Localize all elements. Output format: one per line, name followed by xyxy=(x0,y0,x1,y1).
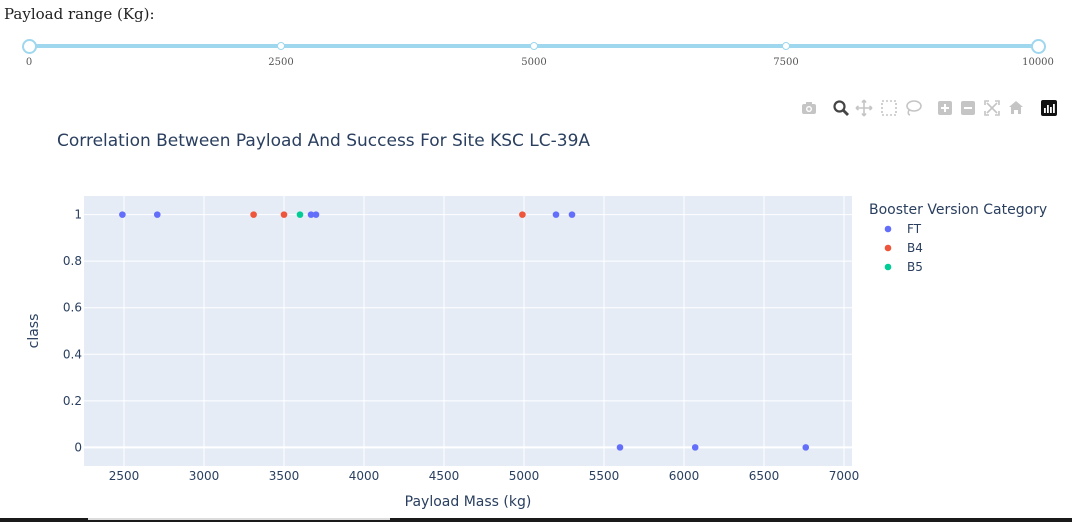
scrollbar-thumb[interactable] xyxy=(88,518,390,520)
plot-modebar xyxy=(800,99,1065,119)
slider-mark-label: 10000 xyxy=(1022,57,1054,68)
y-tick-label: 0.8 xyxy=(63,254,82,268)
payload-range-slider[interactable]: 0 2500 5000 7500 10000 xyxy=(0,34,1072,74)
data-point-b4 xyxy=(280,211,288,218)
legend-marker-ft xyxy=(884,225,892,233)
legend: FT B4 B5 xyxy=(884,222,923,274)
camera-icon[interactable] xyxy=(800,99,818,117)
data-point-ft xyxy=(153,211,161,218)
legend-marker-b5 xyxy=(884,263,892,271)
x-tick-label: 6500 xyxy=(749,469,780,483)
x-tick-label: 4500 xyxy=(429,469,460,483)
slider-mark-label: 5000 xyxy=(521,57,547,68)
x-tick-label: 3000 xyxy=(189,469,220,483)
slider-mark-label: 2500 xyxy=(268,57,294,68)
data-point-b5 xyxy=(296,211,304,218)
x-tick-label: 4000 xyxy=(349,469,380,483)
tick-layer: 2500 3000 3500 4000 4500 5000 5500 6000 6500 7000… xyxy=(63,208,859,483)
legend-label-b5: B5 xyxy=(907,260,923,274)
zoom-in-icon[interactable] xyxy=(936,99,954,117)
zoom-icon[interactable] xyxy=(832,99,850,117)
y-tick-label: 0.4 xyxy=(63,347,82,361)
data-point-ft xyxy=(691,444,699,451)
zoom-out-icon[interactable] xyxy=(959,99,977,117)
data-point-ft xyxy=(307,211,315,218)
x-tick-label: 5000 xyxy=(509,469,540,483)
y-tick-label: 1 xyxy=(74,208,82,222)
slider-mark-label: 0 xyxy=(25,57,33,68)
data-point-b4 xyxy=(519,211,526,218)
slider-mark-dot xyxy=(277,42,285,50)
reset-axes-icon[interactable] xyxy=(1007,99,1025,117)
x-tick-label: 7000 xyxy=(829,469,860,483)
lasso-select-icon[interactable] xyxy=(904,99,922,117)
plot-area xyxy=(84,196,852,466)
legend-title: Booster Version Category xyxy=(869,202,1047,218)
y-tick-label: 0.6 xyxy=(63,301,82,315)
legend-label-ft: FT xyxy=(907,222,922,236)
legend-marker-b4 xyxy=(884,244,892,252)
y-tick-label: 0 xyxy=(74,440,82,454)
slider-handle-max[interactable] xyxy=(1031,39,1046,54)
data-point-ft xyxy=(312,211,320,218)
slider-handle-min[interactable] xyxy=(22,39,37,54)
pan-icon[interactable] xyxy=(855,99,873,117)
slider-mark-label: 7500 xyxy=(773,57,799,68)
x-axis-label: Payload Mass (kg) xyxy=(405,494,532,510)
x-tick-label: 2500 xyxy=(109,469,140,483)
data-point-b4 xyxy=(250,211,257,218)
x-tick-label: 5500 xyxy=(589,469,620,483)
slider-mark-dot xyxy=(782,42,790,50)
y-axis-label: class xyxy=(26,314,42,349)
slider-label: Payload range (Kg): xyxy=(4,5,155,23)
scatter-chart: Correlation Between Payload And Success … xyxy=(26,131,1047,510)
data-point-ft xyxy=(552,211,560,218)
point-layer xyxy=(119,211,810,451)
plotly-logo-icon[interactable] xyxy=(1040,99,1058,117)
data-point-ft xyxy=(616,444,624,451)
data-point-ft xyxy=(119,211,126,218)
data-point-ft xyxy=(802,444,810,451)
x-tick-label: 3500 xyxy=(269,469,300,483)
data-point-ft xyxy=(568,211,576,218)
x-tick-label: 6000 xyxy=(669,469,700,483)
grid-layer xyxy=(84,196,852,466)
chart-title: Correlation Between Payload And Success … xyxy=(57,131,590,151)
box-select-icon[interactable] xyxy=(880,99,898,117)
autoscale-icon[interactable] xyxy=(983,99,1001,117)
slider-mark-dot xyxy=(530,42,538,50)
y-tick-label: 0.2 xyxy=(63,394,82,408)
legend-label-b4: B4 xyxy=(907,241,923,255)
